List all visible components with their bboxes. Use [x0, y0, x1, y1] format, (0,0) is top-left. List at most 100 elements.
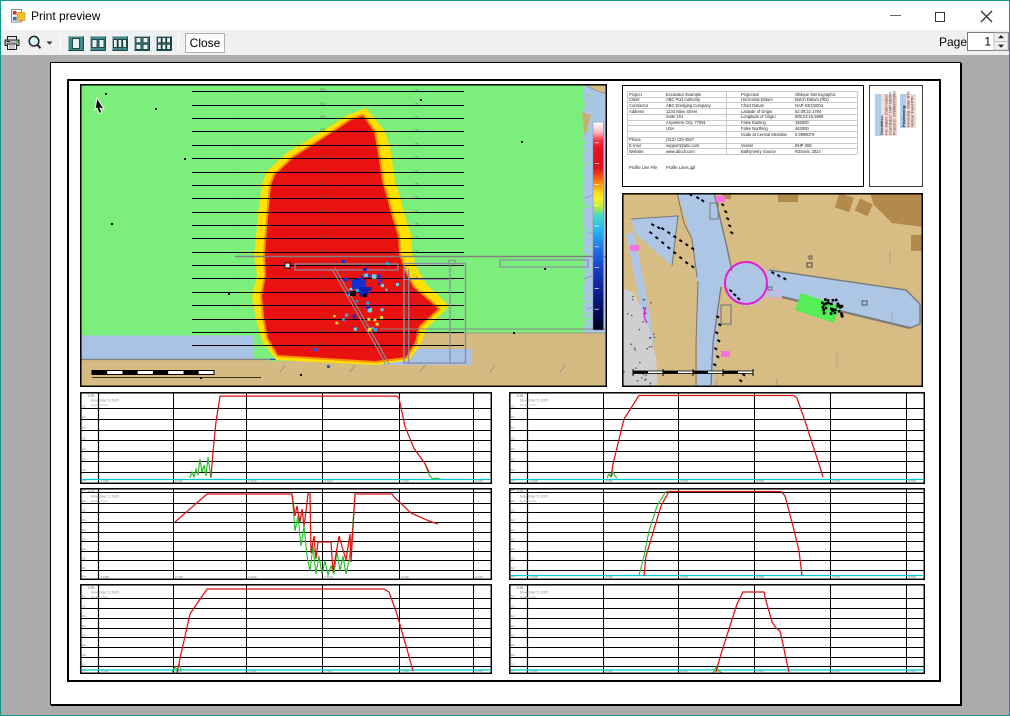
svg-text:0 NAP: 0 NAP [101, 575, 109, 579]
svg-text:0.2: 0.2 [82, 537, 86, 541]
svg-text:0.2: 0.2 [82, 604, 86, 608]
svg-text:Positioning:: Positioning: [901, 105, 906, 127]
svg-text:0 NAP: 0 NAP [908, 669, 916, 673]
svg-text:0.2: 0.2 [511, 547, 515, 551]
svg-text:0 NAP: 0 NAP [175, 575, 183, 579]
svg-text:Depth: 0.5m: Depth: 0.5m [91, 595, 108, 599]
svg-text:0.2: 0.2 [511, 595, 515, 599]
svg-text:0 NAP: 0 NAP [325, 575, 333, 579]
svg-text:Vertical: Fixed RTK: Vertical: Fixed RTK [911, 96, 915, 127]
svg-text:0 NAP: 0 NAP [475, 575, 483, 579]
svg-text:0 (5): 0 (5) [320, 155, 325, 159]
svg-text:0.2: 0.2 [82, 499, 86, 503]
svg-text:0 (14): 0 (14) [320, 275, 327, 279]
svg-text:0 (10): 0 (10) [320, 222, 327, 226]
svg-text:0 NAP: 0 NAP [249, 575, 257, 579]
svg-text:0.2: 0.2 [82, 566, 86, 570]
svg-text:0.2: 0.2 [82, 468, 86, 472]
svg-text:0.2: 0.2 [82, 415, 86, 419]
svg-text:0.2: 0.2 [82, 653, 86, 657]
svg-text:0 (1): 0 (1) [320, 102, 325, 106]
svg-text:0 (12): 0 (12) [320, 249, 327, 253]
svg-text:0.2: 0.2 [82, 405, 86, 409]
svg-text:0 (0): 0 (0) [517, 586, 523, 590]
svg-text:0 (11): 0 (11) [320, 235, 327, 239]
svg-text:0.2: 0.2 [511, 447, 515, 451]
svg-text:0.2: 0.2 [511, 509, 515, 513]
svg-text:0.2: 0.2 [82, 634, 86, 638]
svg-text:0.2: 0.2 [82, 614, 86, 618]
svg-text:0 NAP: 0 NAP [325, 669, 333, 673]
svg-text:0.2: 0.2 [82, 426, 86, 430]
svg-text:0 NAP: 0 NAP [680, 669, 688, 673]
svg-text:0.2: 0.2 [511, 653, 515, 657]
svg-text:0 (4): 0 (4) [320, 142, 325, 146]
svg-text:Depth: 0.5m: Depth: 0.5m [520, 403, 537, 407]
svg-text:0 (0): 0 (0) [88, 394, 94, 398]
svg-text:0.2: 0.2 [82, 518, 86, 522]
svg-text:0.2: 0.2 [511, 458, 515, 462]
svg-text:Geodetics:: Geodetics: [879, 115, 884, 135]
svg-text:0 (2): 0 (2) [320, 115, 325, 119]
svg-text:0.2: 0.2 [82, 624, 86, 628]
svg-text:0.4: 0.4 [82, 575, 86, 579]
svg-text:0.2: 0.2 [82, 447, 86, 451]
svg-text:0 (6): 0 (6) [320, 169, 325, 173]
svg-text:0.2: 0.2 [511, 663, 515, 667]
svg-text:0 (18): 0 (18) [320, 329, 327, 333]
svg-text:0.2: 0.2 [82, 557, 86, 561]
svg-text:0.2: 0.2 [511, 426, 515, 430]
svg-text:0 NAP: 0 NAP [605, 669, 613, 673]
svg-text:0 NAP: 0 NAP [756, 669, 764, 673]
svg-text:0 (16): 0 (16) [320, 302, 327, 306]
svg-text:0 (9): 0 (9) [320, 209, 325, 213]
svg-text:0.2: 0.2 [511, 557, 515, 561]
svg-text:0.2: 0.2 [82, 663, 86, 667]
svg-text:0 (7): 0 (7) [320, 182, 325, 186]
svg-text:0.2: 0.2 [82, 528, 86, 532]
svg-text:0 NAP: 0 NAP [101, 669, 109, 673]
svg-text:0.2: 0.2 [511, 415, 515, 419]
svg-text:0 NAP: 0 NAP [475, 669, 483, 673]
svg-text:0 (0): 0 (0) [517, 490, 523, 494]
svg-text:0 (19): 0 (19) [320, 342, 327, 346]
svg-text:Depth: 0.5m: Depth: 0.5m [91, 403, 108, 407]
svg-text:0.2: 0.2 [511, 436, 515, 440]
svg-text:0.2: 0.2 [82, 595, 86, 599]
svg-text:0.2: 0.2 [82, 458, 86, 462]
svg-text:0 (17): 0 (17) [320, 316, 327, 320]
svg-text:0.2: 0.2 [511, 468, 515, 472]
svg-text:Projection: STEREO70(RD): Projection: STEREO70(RD) [893, 91, 897, 135]
svg-text:0.2: 0.2 [511, 405, 515, 409]
svg-text:0.2: 0.2 [511, 643, 515, 647]
svg-text:0 (8): 0 (8) [320, 195, 325, 199]
svg-text:0.2: 0.2 [511, 528, 515, 532]
svg-text:0.2: 0.2 [82, 547, 86, 551]
svg-text:0.2: 0.2 [511, 499, 515, 503]
svg-text:0 NAP: 0 NAP [401, 575, 409, 579]
svg-text:0.2: 0.2 [511, 634, 515, 638]
svg-text:0 (0): 0 (0) [88, 490, 94, 494]
svg-text:0.2: 0.2 [511, 566, 515, 570]
svg-text:0.2: 0.2 [511, 604, 515, 608]
svg-text:0 (0): 0 (0) [88, 586, 94, 590]
svg-text:Depth: 0.5m: Depth: 0.5m [91, 499, 108, 503]
svg-text:0 (0): 0 (0) [517, 394, 523, 398]
svg-text:0.2: 0.2 [511, 624, 515, 628]
svg-text:0 (0): 0 (0) [320, 88, 325, 92]
svg-text:0.2: 0.2 [82, 643, 86, 647]
svg-text:0.2: 0.2 [82, 509, 86, 513]
svg-text:0 NAP: 0 NAP [249, 669, 257, 673]
svg-text:0.2: 0.2 [511, 614, 515, 618]
svg-text:0.2: 0.2 [511, 537, 515, 541]
svg-text:0 NAP: 0 NAP [832, 669, 840, 673]
svg-text:Depth: 0.5m: Depth: 0.5m [520, 499, 537, 503]
svg-text:Depth: 0.5m: Depth: 0.5m [520, 595, 537, 599]
svg-text:0.2: 0.2 [82, 436, 86, 440]
svg-text:1: 1 [984, 35, 991, 49]
svg-text:0.2: 0.2 [511, 518, 515, 522]
svg-text:0 (15): 0 (15) [320, 289, 327, 293]
svg-text:0 NAP: 0 NAP [530, 669, 538, 673]
svg-text:0 (3): 0 (3) [320, 128, 325, 132]
svg-text:0 NAP: 0 NAP [401, 669, 409, 673]
